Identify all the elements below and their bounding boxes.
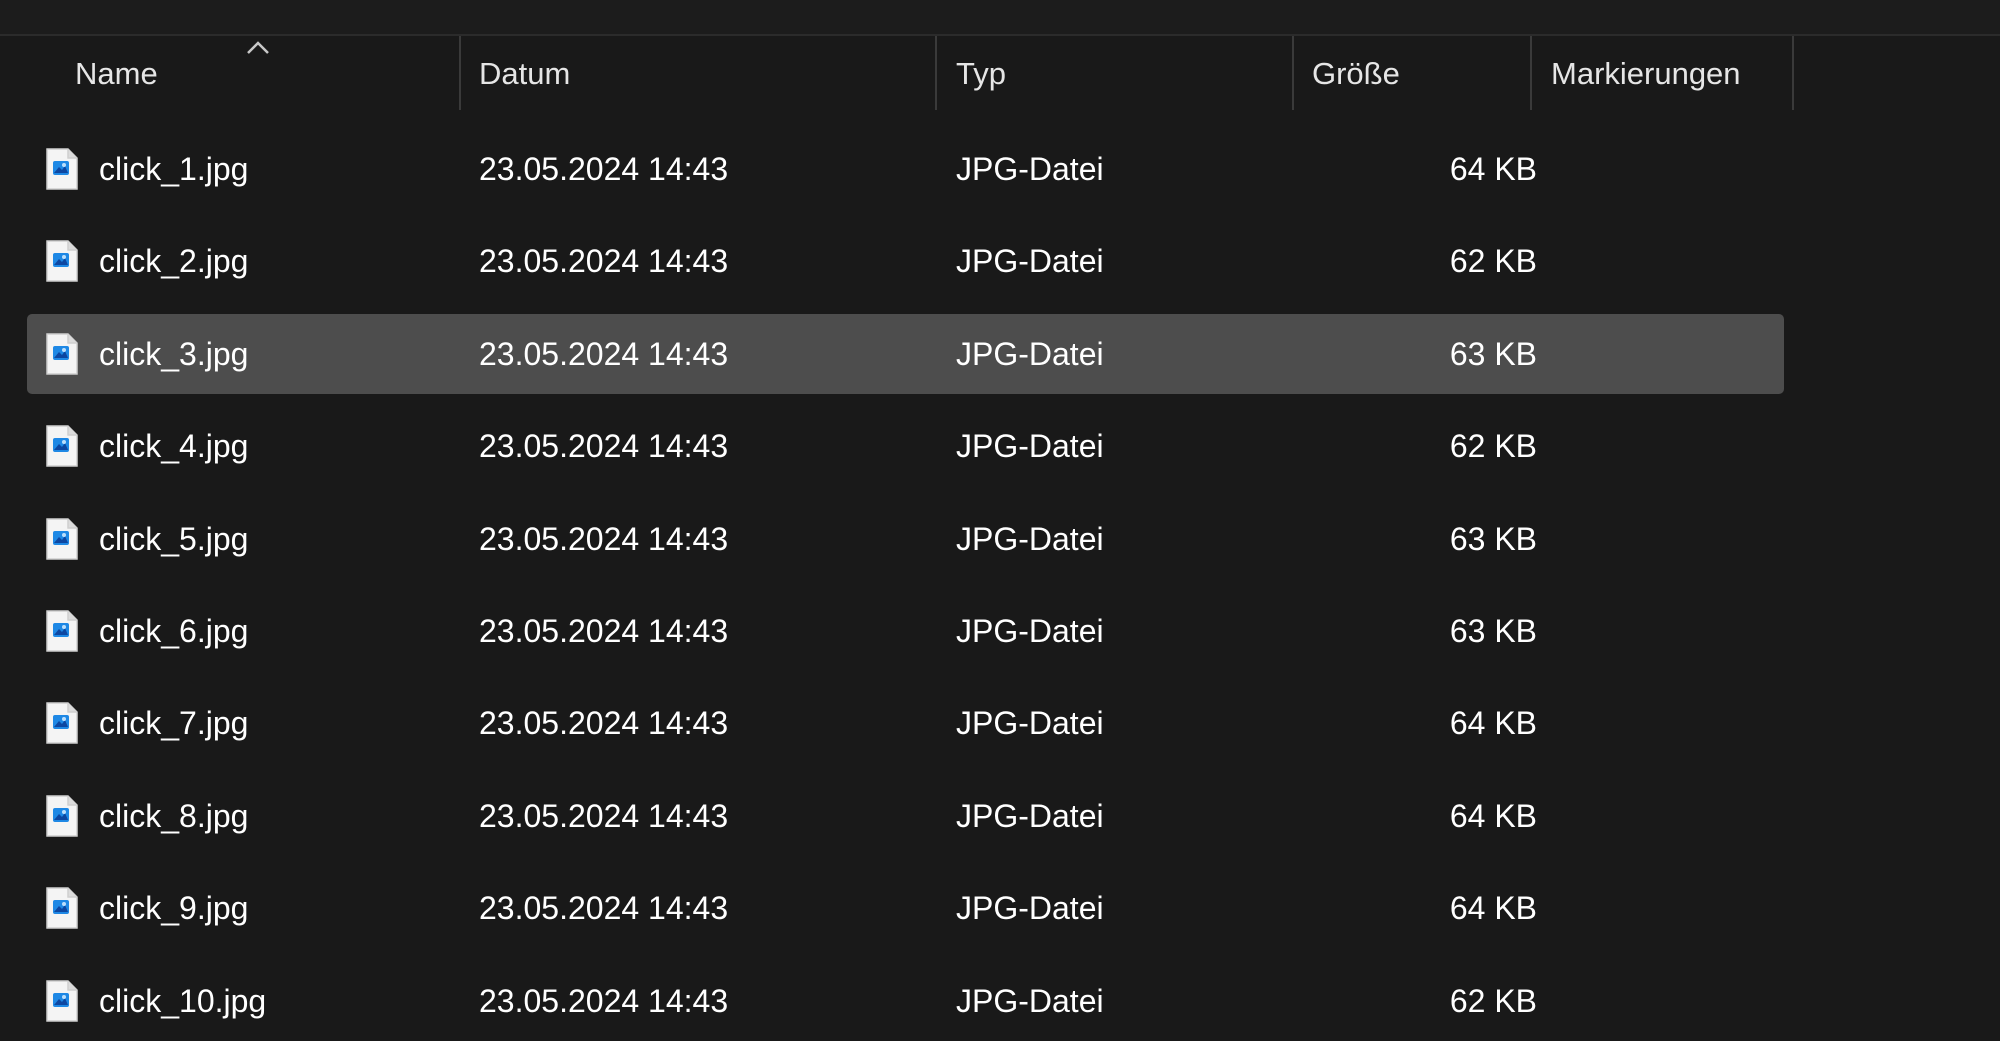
file-row[interactable]: click_4.jpg 23.05.2024 14:43 JPG-Datei 62 K… xyxy=(27,406,1784,486)
jpg-file-icon xyxy=(46,887,78,929)
jpg-file-icon xyxy=(46,702,78,744)
file-name: click_7.jpg xyxy=(99,704,249,741)
file-name: click_10.jpg xyxy=(99,982,267,1019)
file-type: JPG-Datei xyxy=(956,704,1104,741)
file-date: 23.05.2024 14:43 xyxy=(479,704,729,741)
jpg-file-icon xyxy=(46,333,78,375)
jpg-file-icon xyxy=(46,980,78,1022)
file-date: 23.05.2024 14:43 xyxy=(479,150,729,187)
file-date: 23.05.2024 14:43 xyxy=(479,427,729,464)
file-type: JPG-Datei xyxy=(956,335,1104,372)
file-size: 64 KB xyxy=(1449,150,1537,187)
file-row[interactable]: click_3.jpg 23.05.2024 14:43 JPG-Datei 63 K… xyxy=(27,314,1784,394)
file-type: JPG-Datei xyxy=(956,150,1104,187)
file-row[interactable]: click_8.jpg 23.05.2024 14:43 JPG-Datei 64 K… xyxy=(27,776,1784,856)
file-name: click_2.jpg xyxy=(99,242,249,279)
jpg-file-icon xyxy=(46,425,78,467)
file-size: 64 KB xyxy=(1449,889,1537,926)
file-date: 23.05.2024 14:43 xyxy=(479,612,729,649)
file-row[interactable]: click_6.jpg 23.05.2024 14:43 JPG-Datei 63 K… xyxy=(27,591,1784,671)
file-size: 63 KB xyxy=(1449,335,1537,372)
file-type: JPG-Datei xyxy=(956,982,1104,1019)
file-row[interactable]: click_10.jpg 23.05.2024 14:43 JPG-Datei 62 … xyxy=(27,961,1784,1041)
jpg-file-icon xyxy=(46,610,78,652)
file-type: JPG-Datei xyxy=(956,797,1104,834)
file-size: 64 KB xyxy=(1449,797,1537,834)
jpg-file-icon xyxy=(46,518,78,560)
file-date: 23.05.2024 14:43 xyxy=(479,982,729,1019)
file-date: 23.05.2024 14:43 xyxy=(479,889,729,926)
jpg-file-icon xyxy=(46,795,78,837)
file-name: click_9.jpg xyxy=(99,889,249,926)
file-date: 23.05.2024 14:43 xyxy=(479,797,729,834)
file-row[interactable]: click_2.jpg 23.05.2024 14:43 JPG-Datei 62 K… xyxy=(27,221,1784,301)
file-type: JPG-Datei xyxy=(956,520,1104,557)
file-name: click_3.jpg xyxy=(99,335,249,372)
file-list: click_1.jpg 23.05.2024 14:43 JPG-Datei 64 K… xyxy=(0,0,2000,1036)
file-row[interactable]: click_7.jpg 23.05.2024 14:43 JPG-Datei 64 K… xyxy=(27,683,1784,763)
file-date: 23.05.2024 14:43 xyxy=(479,520,729,557)
jpg-file-icon xyxy=(46,148,78,190)
file-size: 64 KB xyxy=(1449,704,1537,741)
file-name: click_1.jpg xyxy=(99,150,249,187)
file-type: JPG-Datei xyxy=(956,889,1104,926)
file-type: JPG-Datei xyxy=(956,612,1104,649)
file-type: JPG-Datei xyxy=(956,427,1104,464)
file-type: JPG-Datei xyxy=(956,242,1104,279)
file-date: 23.05.2024 14:43 xyxy=(479,335,729,372)
file-name: click_8.jpg xyxy=(99,797,249,834)
file-name: click_5.jpg xyxy=(99,520,249,557)
file-size: 62 KB xyxy=(1449,982,1537,1019)
file-row[interactable]: click_9.jpg 23.05.2024 14:43 JPG-Datei 64 K… xyxy=(27,868,1784,948)
file-row[interactable]: click_5.jpg 23.05.2024 14:43 JPG-Datei 63 K… xyxy=(27,499,1784,579)
file-size: 62 KB xyxy=(1449,242,1537,279)
file-size: 62 KB xyxy=(1449,427,1537,464)
file-date: 23.05.2024 14:43 xyxy=(479,242,729,279)
file-name: click_4.jpg xyxy=(99,427,249,464)
file-size: 63 KB xyxy=(1449,520,1537,557)
file-name: click_6.jpg xyxy=(99,612,249,649)
file-row[interactable]: click_1.jpg 23.05.2024 14:43 JPG-Datei 64 K… xyxy=(27,129,1784,209)
file-size: 63 KB xyxy=(1449,612,1537,649)
jpg-file-icon xyxy=(46,240,78,282)
